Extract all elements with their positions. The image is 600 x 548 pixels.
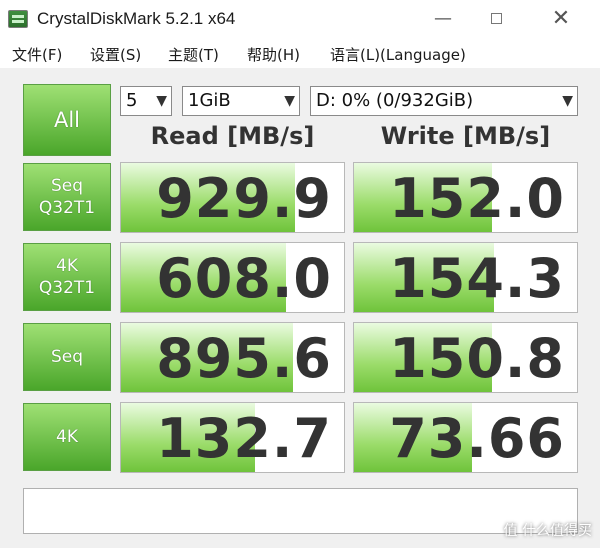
minimize-button[interactable]: — <box>430 8 456 30</box>
read-value: 132.7 <box>156 407 332 470</box>
test-label-line1: 4K <box>56 427 78 447</box>
test-label-line1: Seq <box>50 347 84 367</box>
read-value: 608.0 <box>156 247 332 310</box>
write-result-seq: 150.8 <box>353 322 578 393</box>
test-size-select[interactable]: 1GiB ▼ <box>182 86 300 116</box>
maximize-icon <box>490 13 502 24</box>
test-label-line1: 4K <box>56 256 78 276</box>
app-icon <box>8 10 28 28</box>
test-seq-q32t1-button[interactable]: Seq Q32T1 <box>23 163 111 231</box>
write-value: 152.0 <box>389 167 565 230</box>
test-size-value: 1GiB <box>188 90 231 111</box>
close-button[interactable]: ✕ <box>548 8 574 30</box>
test-seq-button[interactable]: Seq <box>23 323 111 391</box>
drive-value: D: 0% (0/932GiB) <box>316 90 474 111</box>
write-header: Write [MB/s] <box>380 122 551 150</box>
chevron-down-icon: ▼ <box>562 93 573 109</box>
menu-settings[interactable]: 设置(S) <box>90 44 141 65</box>
read-header: Read [MB/s] <box>150 122 315 150</box>
drive-select[interactable]: D: 0% (0/932GiB) ▼ <box>310 86 578 116</box>
chevron-down-icon: ▼ <box>156 93 167 109</box>
read-value: 929.9 <box>156 167 332 230</box>
test-count-value: 5 <box>126 90 138 111</box>
test-label-line2: Q32T1 <box>38 198 96 218</box>
read-result-seq-q32t1: 929.9 <box>120 162 345 233</box>
test-label-line2: Q32T1 <box>38 278 96 298</box>
menu-file[interactable]: 文件(F) <box>12 44 62 65</box>
test-4k-button[interactable]: 4K <box>23 403 111 471</box>
menu-language[interactable]: 语言(L)(Language) <box>330 44 466 65</box>
test-4k-q32t1-button[interactable]: 4K Q32T1 <box>23 243 111 311</box>
write-value: 73.66 <box>389 407 565 470</box>
test-count-select[interactable]: 5 ▼ <box>120 86 172 116</box>
read-result-seq: 895.6 <box>120 322 345 393</box>
menu-bar: 文件(F) 设置(S) 主题(T) 帮助(H) 语言(L)(Language) <box>0 38 600 68</box>
write-result-4k-q32t1: 154.3 <box>353 242 578 313</box>
comment-input[interactable] <box>23 488 578 534</box>
maximize-button[interactable] <box>483 8 509 30</box>
all-button[interactable]: All <box>23 84 111 156</box>
read-result-4k-q32t1: 608.0 <box>120 242 345 313</box>
write-value: 154.3 <box>389 247 565 310</box>
write-result-seq-q32t1: 152.0 <box>353 162 578 233</box>
chevron-down-icon: ▼ <box>284 93 295 109</box>
watermark: 值 什么值得买 <box>503 523 592 539</box>
window-title: CrystalDiskMark 5.2.1 x64 <box>37 9 236 28</box>
write-value: 150.8 <box>389 327 565 390</box>
test-label-line1: Seq <box>50 176 84 196</box>
menu-help[interactable]: 帮助(H) <box>247 44 300 65</box>
title-bar: CrystalDiskMark 5.2.1 x64 — ✕ <box>0 0 600 38</box>
menu-theme[interactable]: 主题(T) <box>168 44 219 65</box>
write-result-4k: 73.66 <box>353 402 578 473</box>
read-result-4k: 132.7 <box>120 402 345 473</box>
read-value: 895.6 <box>156 327 332 390</box>
